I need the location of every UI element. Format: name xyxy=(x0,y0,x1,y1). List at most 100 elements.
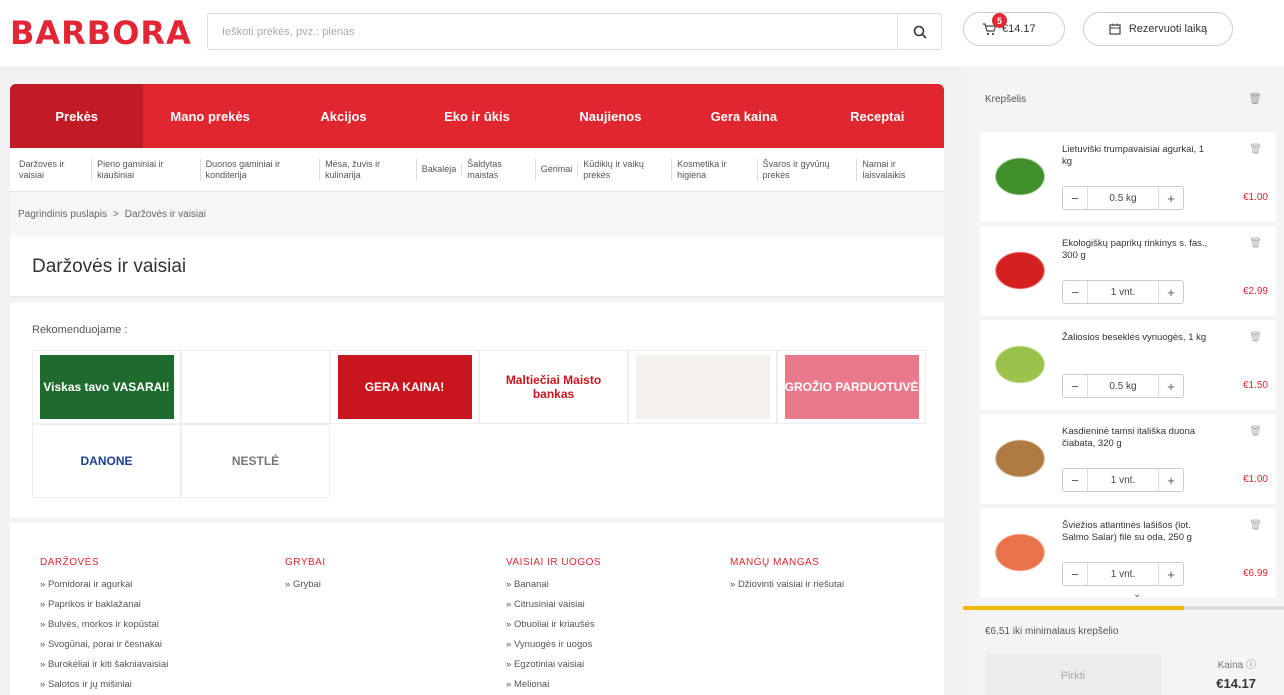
category-item[interactable]: » Egzotiniai vaisiai xyxy=(506,659,601,670)
subcategory-link[interactable]: Šaldytas maistas xyxy=(462,158,536,181)
subcategory-link[interactable]: Daržovės ir vaisiai xyxy=(14,158,93,181)
decrease-button[interactable]: − xyxy=(1063,567,1087,582)
subcategory-link[interactable]: Pieno gaminiai ir kiaušiniai xyxy=(92,158,201,181)
category-title[interactable]: MANGŲ MANGAS xyxy=(730,557,844,568)
increase-button[interactable]: + xyxy=(1159,473,1183,488)
scroll-down-icon[interactable]: ⌄ xyxy=(1133,589,1141,600)
search-icon xyxy=(913,25,927,39)
reserve-time-button[interactable]: Rezervuoti laiką xyxy=(1083,12,1233,46)
remove-item-icon[interactable]: 🗑 xyxy=(1249,238,1262,249)
product-name[interactable]: Šviežios atlantinės lašišos (lot. Salmo … xyxy=(1062,520,1210,544)
quantity-value[interactable]: 0.5 kg xyxy=(1087,375,1159,397)
cart-button[interactable]: 5 €14.17 xyxy=(963,12,1065,46)
category-item[interactable]: » Melionai xyxy=(506,679,601,690)
barbora-logo[interactable]: BARBORA xyxy=(10,14,192,52)
bullet-icon: » xyxy=(40,579,48,590)
category-title[interactable]: VAISIAI IR UOGOS xyxy=(506,557,601,568)
brand-tile[interactable]: GROŽIO PARDUOTUVĖ xyxy=(777,350,926,424)
item-price: €6.99 xyxy=(1242,568,1268,579)
quantity-value[interactable]: 1 vnt. xyxy=(1087,281,1159,303)
decrease-button[interactable]: − xyxy=(1063,379,1087,394)
category-item[interactable]: » Paprikos ir baklažanai xyxy=(40,599,168,610)
subcategory-link[interactable]: Švaros ir gyvūnų prekės xyxy=(758,158,858,181)
nav-tab[interactable]: Prekės xyxy=(10,84,144,148)
nav-tab[interactable]: Akcijos xyxy=(277,84,410,148)
category-item[interactable]: » Burokėliai ir kiti šakniavaisiai xyxy=(40,659,168,670)
decrease-button[interactable]: − xyxy=(1063,285,1087,300)
category-item[interactable]: » Svogūnai, porai ir česnakai xyxy=(40,639,168,650)
category-item[interactable]: » Salotos ir jų mišiniai xyxy=(40,679,168,690)
page-title: Daržovės ir vaisiai xyxy=(32,255,187,277)
increase-button[interactable]: + xyxy=(1159,567,1183,582)
brand-tile[interactable]: Viskas tavo VASARAI! xyxy=(32,350,181,424)
product-image[interactable] xyxy=(990,154,1050,199)
brand-tile[interactable]: DANONE xyxy=(32,424,181,498)
category-item[interactable]: » Vynuogės ir uogos xyxy=(506,639,601,650)
category-item[interactable]: » Citrusiniai vaisiai xyxy=(506,599,601,610)
subcategory-link[interactable]: Bakalėja xyxy=(417,164,463,175)
increase-button[interactable]: + xyxy=(1159,379,1183,394)
nav-tab[interactable]: Mano prekės xyxy=(143,84,276,148)
brand-tile[interactable]: GERA KAINA! xyxy=(330,350,479,424)
nav-tab[interactable]: Eko ir ūkis xyxy=(410,84,543,148)
nav-tab[interactable]: Naujienos xyxy=(544,84,677,148)
quantity-value[interactable]: 1 vnt. xyxy=(1087,563,1159,585)
product-image[interactable] xyxy=(990,342,1050,387)
search-input[interactable]: Ieškoti prekės, pvz.: pienas xyxy=(208,26,897,38)
category-item[interactable]: » Bulvės, morkos ir kopūstai xyxy=(40,619,168,630)
bullet-icon: » xyxy=(40,659,48,670)
checkout-button[interactable]: Pirkti xyxy=(985,654,1161,695)
category-title[interactable]: GRYBAI xyxy=(285,557,326,568)
product-name[interactable]: Žaliosios beseklės vynuogės, 1 kg xyxy=(1062,332,1210,344)
brand-logo: GERA KAINA! xyxy=(337,355,472,419)
category-item[interactable]: » Džiovinti vaisiai ir riešutai xyxy=(730,579,844,590)
product-image[interactable] xyxy=(990,530,1050,575)
category-item[interactable]: » Obuoliai ir kriaušės xyxy=(506,619,601,630)
quantity-stepper[interactable]: −0.5 kg + xyxy=(1062,186,1184,210)
category-item[interactable]: » Pomidorai ir agurkai xyxy=(40,579,168,590)
remove-item-icon[interactable]: 🗑 xyxy=(1249,520,1262,531)
category-item[interactable]: » Bananai xyxy=(506,579,601,590)
increase-button[interactable]: + xyxy=(1159,285,1183,300)
brand-tile[interactable] xyxy=(181,350,330,424)
decrease-button[interactable]: − xyxy=(1063,191,1087,206)
clear-cart-icon[interactable]: 🗑 xyxy=(1248,92,1262,105)
subcategory-link[interactable]: Duonos gaminiai ir konditerija xyxy=(201,158,321,181)
recommended-brands: Rekomenduojame : Viskas tavo VASARAI! GER… xyxy=(10,302,944,518)
remove-item-icon[interactable]: 🗑 xyxy=(1249,332,1262,343)
brand-tile[interactable]: Maltiečiai Maisto bankas xyxy=(479,350,628,424)
brand-tile[interactable] xyxy=(628,350,777,424)
quantity-stepper[interactable]: −0.5 kg + xyxy=(1062,374,1184,398)
product-image[interactable] xyxy=(990,248,1050,293)
brand-tile[interactable]: NESTLÉ xyxy=(181,424,330,498)
nav-tab[interactable]: Gera kaina xyxy=(677,84,810,148)
cart-item: Lietuviški trumpavaisiai agurkai, 1 kg 🗑 −… xyxy=(980,132,1276,222)
subcategory-link[interactable]: Kūdikių ir vaikų prekės xyxy=(578,158,673,181)
product-name[interactable]: Kasdieninė tamsi itališka duona čiabata,… xyxy=(1062,426,1210,450)
nav-tab[interactable]: Receptai xyxy=(811,84,944,148)
search-bar[interactable]: Ieškoti prekės, pvz.: pienas xyxy=(207,13,942,50)
product-name[interactable]: Lietuviški trumpavaisiai agurkai, 1 kg xyxy=(1062,144,1210,168)
increase-button[interactable]: + xyxy=(1159,191,1183,206)
remove-item-icon[interactable]: 🗑 xyxy=(1249,144,1262,155)
bullet-icon: » xyxy=(40,599,48,610)
subcategory-link[interactable]: Gėrimai xyxy=(536,164,579,175)
quantity-stepper[interactable]: −1 vnt. + xyxy=(1062,468,1184,492)
decrease-button[interactable]: − xyxy=(1063,473,1087,488)
quantity-value[interactable]: 1 vnt. xyxy=(1087,469,1159,491)
category-item[interactable]: » Grybai xyxy=(285,579,326,590)
bullet-icon: » xyxy=(506,579,514,590)
breadcrumb-home[interactable]: Pagrindinis puslapis xyxy=(18,209,107,220)
quantity-stepper[interactable]: −1 vnt. + xyxy=(1062,562,1184,586)
subcategory-link[interactable]: Namai ir laisvalaikis xyxy=(857,159,940,181)
subcategory-link[interactable]: Mėsa, žuvis ir kulinarija xyxy=(320,158,417,181)
remove-item-icon[interactable]: 🗑 xyxy=(1249,426,1262,437)
breadcrumb-current: Daržovės ir vaisiai xyxy=(124,209,206,220)
product-image[interactable] xyxy=(990,436,1050,481)
subcategory-link[interactable]: Kosmetika ir higiena xyxy=(672,158,758,181)
quantity-value[interactable]: 0.5 kg xyxy=(1087,187,1159,209)
category-title[interactable]: DARŽOVĖS xyxy=(40,557,168,568)
quantity-stepper[interactable]: −1 vnt. + xyxy=(1062,280,1184,304)
search-button[interactable] xyxy=(897,14,941,49)
product-name[interactable]: Ekologiškų paprikų rinkinys s. fas., 300… xyxy=(1062,238,1210,262)
